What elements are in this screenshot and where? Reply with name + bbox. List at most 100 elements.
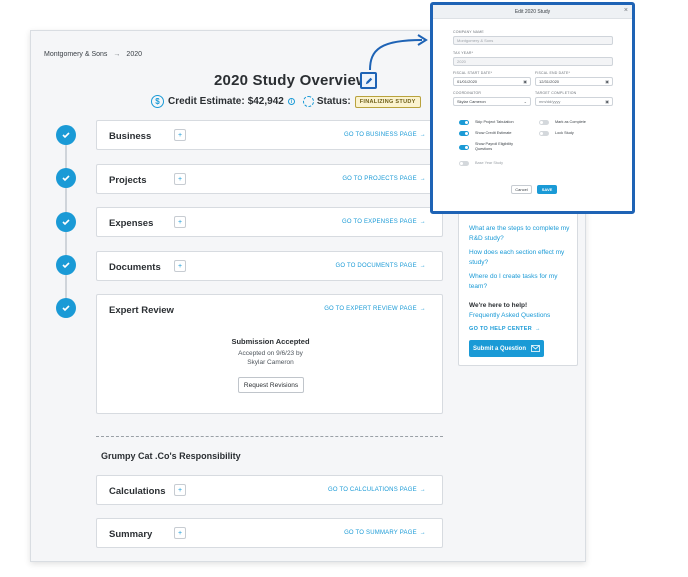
- expand-button[interactable]: +: [174, 216, 186, 228]
- toggle-label: Lock Study: [555, 131, 574, 135]
- arrow-right-icon: →: [419, 263, 426, 269]
- section-label: Projects: [109, 175, 147, 186]
- save-button[interactable]: SAVE: [537, 185, 557, 194]
- section-expenses: Expenses + GO TO EXPENSES PAGE →: [96, 207, 443, 237]
- arrow-right-icon: →: [419, 176, 426, 182]
- toggle-label: Mark as Complete: [555, 120, 586, 124]
- status-label: Status:: [316, 96, 351, 107]
- edit-study-modal: Edit 2020 Study × COMPANY NAME Montgomer…: [430, 2, 635, 214]
- arrow-right-icon: →: [419, 219, 426, 225]
- section-label: Expert Review: [109, 305, 174, 316]
- page-title: 2020 Study Overview: [214, 72, 368, 89]
- check-icon: [56, 125, 76, 145]
- responsibility-title: Grumpy Cat .Co's Responsibility: [101, 451, 241, 461]
- arrow-right-icon: →: [419, 487, 426, 493]
- goto-documents-link[interactable]: GO TO DOCUMENTS PAGE →: [335, 263, 426, 269]
- status-badge: FINALIZING STUDY: [354, 95, 421, 108]
- section-label: Calculations: [109, 486, 166, 497]
- arrow-right-icon: →: [419, 530, 426, 536]
- credit-status-row: $ Credit Estimate: $42,942 i Status: FIN…: [151, 95, 421, 108]
- help-panel: What are the steps to complete my R&D st…: [458, 200, 578, 366]
- company-name-field: Montgomery & Sons: [453, 36, 613, 45]
- toggle-label: Skip Project Tabulation: [475, 120, 514, 124]
- section-documents: Documents + GO TO DOCUMENTS PAGE →: [96, 251, 443, 281]
- faq-page-link[interactable]: Frequently Asked Questions: [469, 312, 550, 319]
- goto-projects-link[interactable]: GO TO PROJECTS PAGE →: [342, 176, 426, 182]
- check-icon: [56, 168, 76, 188]
- request-revisions-button[interactable]: Request Revisions: [238, 377, 304, 393]
- breadcrumb-company[interactable]: Montgomery & Sons: [44, 51, 107, 58]
- expand-button[interactable]: +: [174, 173, 186, 185]
- submission-accepted-title: Submission Accepted: [231, 337, 310, 346]
- accepted-detail: Accepted on 9/6/23 by Skylar Cameron: [238, 350, 303, 366]
- dollar-icon: $: [151, 95, 164, 108]
- expand-button[interactable]: +: [174, 129, 186, 141]
- toggle-label: Show Credit Estimate: [475, 131, 512, 135]
- arrow-right-icon: →: [419, 132, 426, 138]
- section-calculations: Calculations + GO TO CALCULATIONS PAGE →: [96, 475, 443, 505]
- expand-button[interactable]: +: [174, 484, 186, 496]
- goto-expert-review-link[interactable]: GO TO EXPERT REVIEW PAGE →: [324, 306, 426, 312]
- divider: [96, 436, 443, 437]
- goto-business-link[interactable]: GO TO BUSINESS PAGE →: [344, 132, 426, 138]
- chevron-down-icon: ⌄: [523, 99, 527, 104]
- mark-as-complete-toggle[interactable]: [539, 120, 549, 125]
- section-label: Business: [109, 131, 152, 142]
- coordinator-label: COORDINATOR: [453, 91, 482, 95]
- faq-link[interactable]: What are the steps to complete my R&D st…: [469, 224, 573, 244]
- skip-project-tabulation-toggle[interactable]: [459, 120, 469, 125]
- goto-summary-link[interactable]: GO TO SUMMARY PAGE →: [344, 530, 426, 536]
- section-label: Summary: [109, 529, 153, 540]
- company-name-label: COMPANY NAME: [453, 30, 484, 34]
- credit-estimate-label: Credit Estimate:: [168, 96, 245, 107]
- check-icon: [56, 298, 76, 318]
- target-completion-label: TARGET COMPLETION: [535, 91, 577, 95]
- target-completion-field[interactable]: mm/dd/yyyy ▣: [535, 97, 613, 106]
- cancel-button[interactable]: Cancel: [511, 185, 532, 194]
- faq-link[interactable]: Where do I create tasks for my team?: [469, 272, 573, 292]
- info-icon[interactable]: i: [287, 98, 295, 105]
- coordinator-select[interactable]: Skylar Cameron ⌄: [453, 97, 531, 106]
- calendar-icon: ▣: [605, 79, 609, 84]
- goto-expenses-link[interactable]: GO TO EXPENSES PAGE →: [342, 219, 426, 225]
- expand-button[interactable]: +: [174, 527, 186, 539]
- check-icon: [56, 212, 76, 232]
- section-business: Business + GO TO BUSINESS PAGE →: [96, 120, 443, 150]
- show-payroll-eligibility-toggle[interactable]: [459, 145, 469, 150]
- credit-estimate-value: $42,942: [247, 96, 284, 107]
- submit-question-button[interactable]: Submit a Question: [469, 340, 544, 357]
- section-expert-review: Expert Review GO TO EXPERT REVIEW PAGE → …: [96, 294, 443, 414]
- close-icon[interactable]: ×: [624, 7, 628, 14]
- section-projects: Projects + GO TO PROJECTS PAGE →: [96, 164, 443, 194]
- fiscal-start-date-field[interactable]: 01/01/2020 ▣: [453, 77, 531, 86]
- fiscal-end-date-field[interactable]: 12/31/2020 ▣: [535, 77, 613, 86]
- arrow-right-icon: →: [419, 306, 426, 312]
- toggle-label: Show Payroll Eligibility Questions: [475, 142, 513, 151]
- show-credit-estimate-toggle[interactable]: [459, 131, 469, 136]
- expand-button[interactable]: +: [174, 260, 186, 272]
- tax-year-select: 2020: [453, 57, 613, 66]
- fiscal-end-label: FISCAL END DATE*: [535, 71, 571, 75]
- fiscal-start-label: FISCAL START DATE*: [453, 71, 493, 75]
- help-center-link[interactable]: GO TO HELP CENTER →: [469, 326, 541, 332]
- faq-link[interactable]: How does each section effect my study?: [469, 248, 573, 268]
- callout-arrow: [369, 34, 428, 71]
- envelope-icon: [531, 345, 540, 352]
- check-icon: [56, 255, 76, 275]
- calendar-icon: ▣: [605, 99, 609, 104]
- section-label: Documents: [109, 262, 161, 273]
- section-summary: Summary + GO TO SUMMARY PAGE →: [96, 518, 443, 548]
- lock-study-toggle[interactable]: [539, 131, 549, 136]
- base-year-study-toggle[interactable]: [459, 161, 469, 166]
- goto-calculations-link[interactable]: GO TO CALCULATIONS PAGE →: [328, 487, 426, 493]
- breadcrumb-year: 2020: [126, 51, 142, 58]
- modal-header: Edit 2020 Study ×: [433, 5, 632, 19]
- calendar-icon: ▣: [523, 79, 527, 84]
- help-title: We're here to help!: [469, 302, 528, 309]
- breadcrumb: Montgomery & Sons → 2020: [44, 51, 142, 58]
- section-label: Expenses: [109, 218, 154, 229]
- tax-year-label: TAX YEAR*: [453, 51, 474, 55]
- breadcrumb-arrow-icon: →: [113, 51, 121, 58]
- status-progress-icon: [302, 96, 314, 107]
- arrow-right-icon: →: [534, 326, 541, 332]
